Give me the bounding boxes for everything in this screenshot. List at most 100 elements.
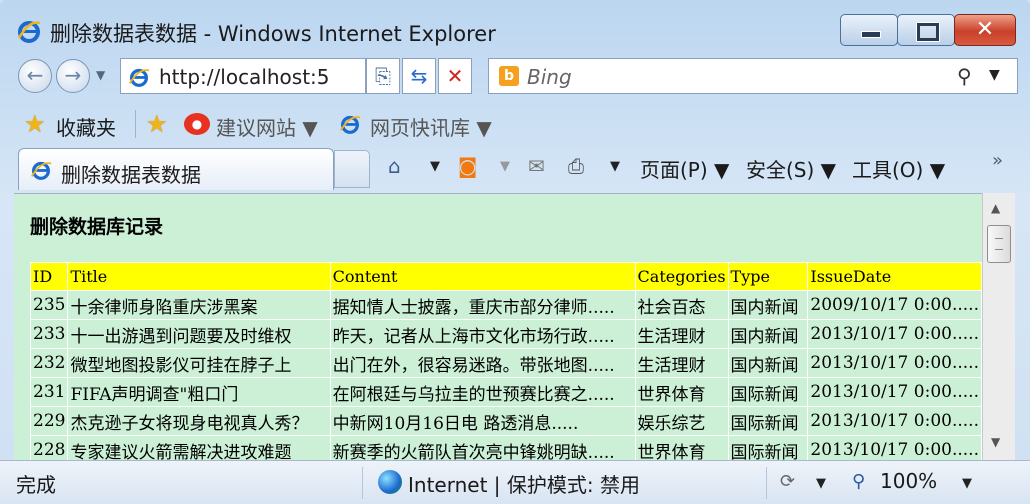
refresh-icon: ⇆: [410, 64, 428, 88]
minimize-button[interactable]: [840, 14, 898, 46]
cell-title: 微型地图投影仪可挂在脖子上: [67, 348, 331, 378]
search-box[interactable]: b Bing ⚲ ▼: [488, 58, 1018, 94]
favorites-button[interactable]: 收藏夹: [56, 112, 116, 141]
recent-pages-dropdown-icon[interactable]: ▼: [96, 68, 105, 82]
ie-window: 删除数据表数据 - Windows Internet Explorer ✕ ← …: [0, 0, 1030, 504]
page-status-icon[interactable]: ⟳: [780, 471, 795, 492]
search-icon[interactable]: ⚲: [957, 64, 972, 88]
add-favorite-icon[interactable]: ★: [146, 110, 168, 138]
column-header-type: Type: [727, 262, 809, 291]
search-options-dropdown-icon[interactable]: ▼: [989, 67, 1000, 83]
cell-title: 十余律师身陷重庆涉黑案: [67, 290, 331, 320]
feeds-dropdown-icon[interactable]: ▼: [500, 159, 510, 174]
cell-type: 国内新闻: [727, 290, 809, 320]
table-row: 228 专家建议火箭需解决进攻难题 新赛季的火箭队首次亮中锋姚明缺..... 世…: [29, 435, 982, 461]
page-menu[interactable]: 页面(P) ▼: [640, 154, 729, 183]
page-status-dropdown-icon[interactable]: ▼: [816, 476, 826, 491]
cell-category: 生活理财: [634, 348, 729, 378]
table-row: 231 FIFA声明调查"粗口门 在阿根廷与乌拉圭的世预赛比赛之..... 世界…: [29, 377, 982, 407]
table-header-row: ID Title Content Categories Type IssueDa…: [29, 262, 982, 291]
ie-logo-icon: [17, 21, 41, 43]
mail-icon[interactable]: ✉: [528, 154, 545, 178]
table-row: 233 十一出游遇到问题要及时维权 昨天，记者从上海市文化市场行政..... 生…: [29, 319, 982, 349]
tab-bar: 删除数据表数据 ⌂ ▼ ◙ ▼ ✉ ⎙ ▼ 页面(P) ▼ 安全(S) ▼ 工具…: [0, 144, 1030, 192]
security-zone[interactable]: Internet | 保护模式: 禁用: [408, 469, 640, 498]
page-heading: 删除数据库记录: [30, 216, 164, 238]
cell-title: FIFA声明调查"粗口门: [67, 377, 331, 407]
maximize-icon: [917, 23, 939, 41]
cell-type: 国际新闻: [727, 377, 809, 407]
more-commands-chevron-icon[interactable]: »: [992, 150, 1003, 171]
suggested-sites-icon: ●: [184, 113, 210, 135]
cell-date: 2009/10/17 0:00.....: [807, 290, 982, 320]
web-slice-gallery-link[interactable]: 网页快讯库 ▼: [370, 112, 492, 141]
cell-title: 专家建议火箭需解决进攻难题: [67, 435, 331, 461]
table-row: 229 杰克逊子女将现身电视真人秀？ 中新网10月16日电 路透消息..... …: [29, 406, 982, 436]
safety-menu-label: 安全(S): [746, 158, 815, 182]
vertical-scrollbar[interactable]: ▲ ▼: [982, 193, 1015, 460]
forward-arrow-icon: →: [64, 63, 82, 87]
column-header-id: ID: [29, 262, 69, 291]
refresh-button[interactable]: ⇆: [402, 58, 436, 94]
table-row: 232 微型地图投影仪可挂在脖子上 出门在外，很容易迷路。带张地图..... 生…: [29, 348, 982, 378]
safety-menu[interactable]: 安全(S) ▼: [746, 154, 836, 183]
scroll-down-icon[interactable]: ▼: [991, 435, 1000, 449]
cell-date: 2013/10/17 0:00.....: [807, 348, 982, 378]
favorites-star-icon[interactable]: ★: [24, 110, 46, 138]
grip-icon: [995, 238, 1003, 250]
cell-date: 2013/10/17 0:00.....: [807, 406, 982, 436]
print-dropdown-icon[interactable]: ▼: [610, 159, 620, 174]
feeds-icon[interactable]: ◙: [458, 154, 477, 178]
status-bar: 完成 Internet | 保护模式: 禁用 ⟳ ▼ ⚲ 100% ▼: [0, 460, 1030, 504]
forward-button[interactable]: →: [56, 59, 90, 93]
search-placeholder: Bing: [527, 65, 572, 89]
minimize-icon: [861, 31, 881, 38]
divider: [135, 110, 136, 138]
tab-title: 删除数据表数据: [61, 163, 201, 187]
home-icon[interactable]: ⌂: [388, 154, 401, 178]
cell-content: 昨天，记者从上海市文化市场行政.....: [329, 319, 636, 349]
cell-content: 出门在外，很容易迷路。带张地图.....: [329, 348, 636, 378]
suggested-sites-link[interactable]: 建议网站 ▼: [216, 112, 318, 141]
cell-type: 国内新闻: [727, 348, 809, 378]
close-icon: ✕: [975, 17, 995, 42]
cell-category: 社会百态: [634, 290, 729, 320]
navigation-bar: ← → ▼ http://localhost:5 ⎘ ⇆ ✕ b Bing ⚲ …: [0, 54, 1030, 98]
address-url: http://localhost:5: [159, 65, 330, 89]
address-bar[interactable]: http://localhost:5: [120, 58, 366, 94]
zoom-dropdown-icon[interactable]: ▼: [962, 476, 972, 491]
cell-id: 232: [29, 348, 69, 378]
column-header-issuedate: IssueDate: [807, 262, 982, 291]
cell-title: 杰克逊子女将现身电视真人秀？: [67, 406, 331, 436]
page-menu-label: 页面(P): [640, 158, 708, 182]
tab-ie-icon: [30, 161, 52, 180]
back-button[interactable]: ←: [18, 59, 52, 93]
home-dropdown-icon[interactable]: ▼: [430, 159, 440, 174]
stop-button[interactable]: ✕: [438, 58, 472, 94]
page-content: 删除数据库记录 ID Title Content Categories Type…: [14, 193, 982, 461]
internet-zone-globe-icon: [378, 470, 402, 494]
zoom-level[interactable]: 100%: [880, 469, 937, 493]
cell-category: 世界体育: [634, 435, 729, 461]
cell-id: 233: [29, 319, 69, 349]
print-icon[interactable]: ⎙: [568, 154, 584, 178]
cell-id: 231: [29, 377, 69, 407]
compatibility-icon: ⎘: [375, 64, 391, 88]
zoom-magnifier-icon[interactable]: ⚲: [852, 471, 865, 492]
new-tab-button[interactable]: [334, 150, 370, 188]
column-header-content: Content: [329, 262, 636, 291]
cell-id: 235: [29, 290, 69, 320]
scroll-up-icon[interactable]: ▲: [991, 201, 1000, 215]
cell-id: 228: [29, 435, 69, 461]
tab-active[interactable]: 删除数据表数据: [18, 148, 334, 190]
cell-content: 中新网10月16日电 路透消息.....: [329, 406, 636, 436]
records-table: ID Title Content Categories Type IssueDa…: [29, 262, 982, 461]
cell-content: 据知情人士披露，重庆市部分律师.....: [329, 290, 636, 320]
close-button[interactable]: ✕: [954, 14, 1016, 46]
cell-id: 229: [29, 406, 69, 436]
scroll-thumb[interactable]: [987, 225, 1011, 263]
bing-icon: b: [499, 66, 519, 86]
compatibility-view-button[interactable]: ⎘: [366, 58, 400, 94]
tools-menu[interactable]: 工具(O) ▼: [852, 154, 945, 183]
maximize-button[interactable]: [897, 14, 955, 46]
